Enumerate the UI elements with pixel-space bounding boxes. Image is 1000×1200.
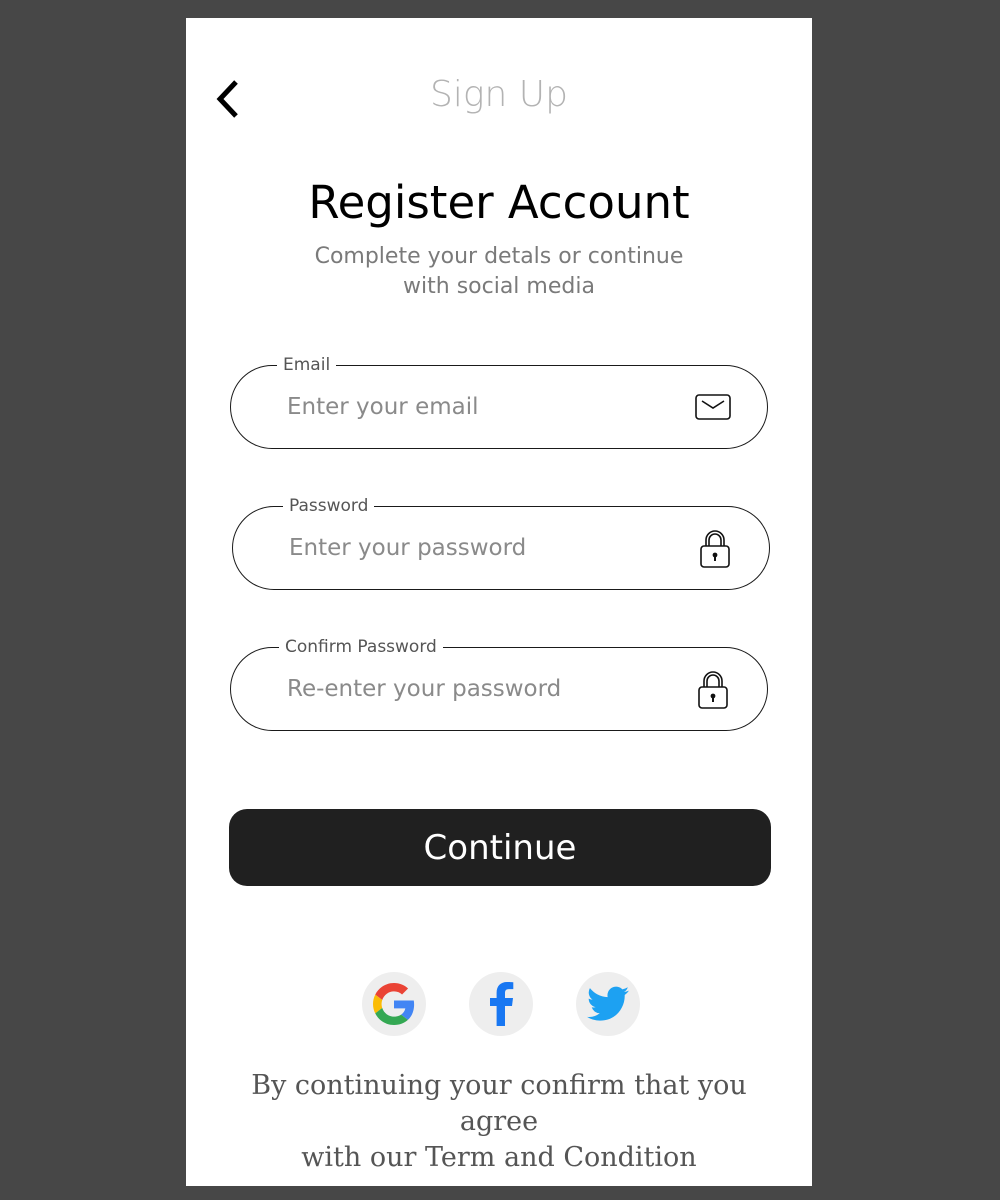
password-input[interactable] [289, 527, 679, 569]
nav-title: Sign Up [430, 74, 568, 115]
page-title: Register Account [308, 176, 690, 229]
terms-text: By continuing your confirm that you agre… [226, 1068, 772, 1176]
confirm-password-field-container: Confirm Password [230, 636, 768, 731]
social-login-row [186, 972, 812, 1036]
email-input[interactable] [287, 386, 677, 428]
continue-button[interactable]: Continue [229, 809, 771, 886]
twitter-login-button[interactable] [576, 972, 640, 1036]
password-field-container: Password [232, 495, 770, 590]
terms-line-2: with our Term and Condition [301, 1142, 697, 1173]
page-subtitle: Complete your detals or continue with so… [314, 244, 684, 299]
signup-screen: Sign Up Register Account Complete your d… [186, 18, 812, 1186]
confirm-password-input[interactable] [287, 668, 677, 710]
facebook-icon [490, 982, 514, 1026]
facebook-login-button[interactable] [469, 972, 533, 1036]
google-login-button[interactable] [362, 972, 426, 1036]
envelope-icon [693, 386, 733, 428]
lock-icon [693, 668, 733, 710]
terms-line-1: By continuing your confirm that you agre… [251, 1070, 747, 1137]
twitter-icon [587, 986, 629, 1021]
google-icon [373, 983, 415, 1025]
email-label: Email [277, 354, 337, 376]
password-label: Password [283, 495, 375, 517]
lock-icon [695, 527, 735, 569]
confirm-password-label: Confirm Password [279, 636, 443, 658]
email-field-container: Email [230, 354, 768, 449]
